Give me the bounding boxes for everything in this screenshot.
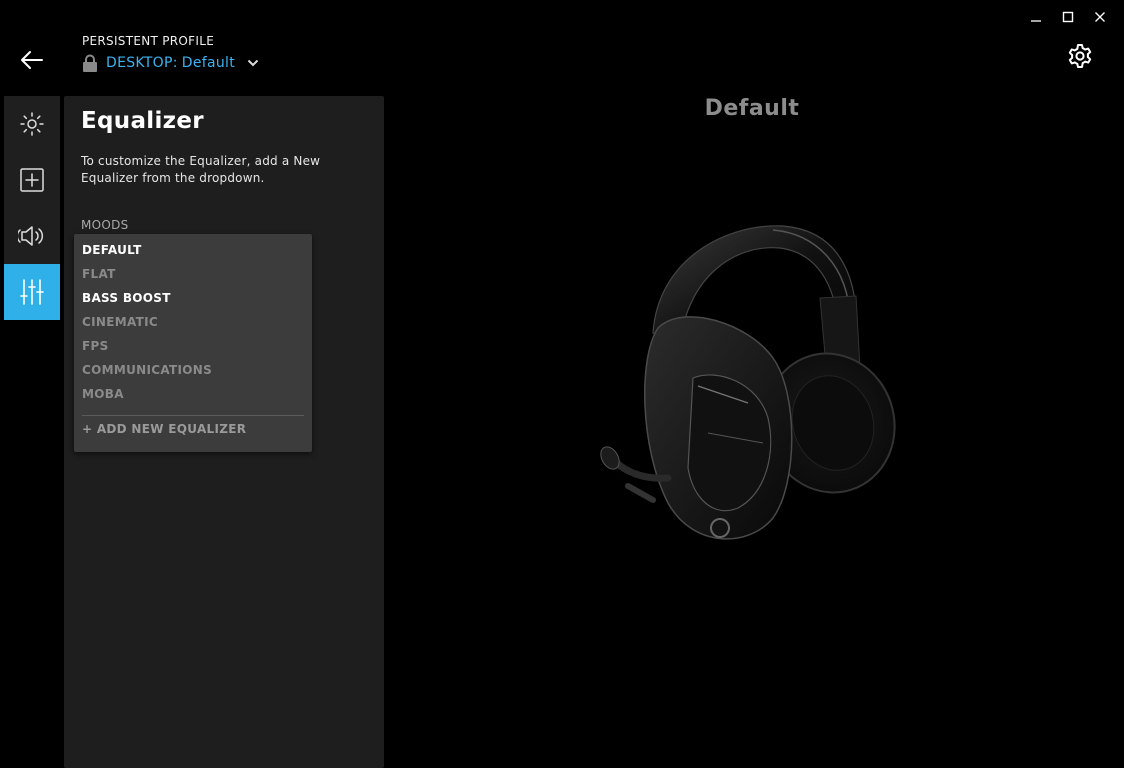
lock-icon <box>83 54 97 72</box>
panel-description: To customize the Equalizer, add a New Eq… <box>81 154 321 185</box>
dropdown-item[interactable]: DEFAULT <box>82 239 142 261</box>
equalizer-icon <box>20 279 44 305</box>
audio-icon <box>18 226 44 246</box>
profile-selector: PERSISTENT PROFILE DESKTOP: Default <box>82 34 259 72</box>
rail-item-assignments[interactable] <box>4 152 60 208</box>
profile-prefix: DESKTOP: <box>106 55 178 71</box>
feature-rail <box>4 96 60 320</box>
add-new-equalizer-button[interactable]: + ADD NEW EQUALIZER <box>82 418 246 440</box>
minimize-button[interactable] <box>1020 6 1052 28</box>
profile-label: PERSISTENT PROFILE <box>82 34 215 48</box>
lighting-icon <box>20 112 44 136</box>
close-button[interactable] <box>1084 6 1116 28</box>
headset-image[interactable] <box>598 218 904 552</box>
profile-name: DESKTOP: Default <box>106 55 235 71</box>
rail-item-equalizer[interactable] <box>4 264 60 320</box>
rail-item-lighting[interactable] <box>4 96 60 152</box>
dropdown-item[interactable]: MOBA <box>82 383 124 405</box>
minimize-icon <box>1031 20 1041 22</box>
assignments-icon <box>20 168 44 192</box>
settings-button[interactable] <box>1066 42 1094 70</box>
rail-item-audio[interactable] <box>4 208 60 264</box>
dropdown-item[interactable]: FLAT <box>82 263 116 285</box>
maximize-icon <box>1062 11 1074 23</box>
back-button[interactable] <box>18 47 46 73</box>
back-arrow-icon <box>21 51 43 69</box>
maximize-button[interactable] <box>1052 6 1084 28</box>
gear-icon <box>1068 44 1092 68</box>
dropdown-item[interactable]: CINEMATIC <box>82 311 158 333</box>
profile-value: Default <box>181 55 236 71</box>
dropdown-item[interactable]: FPS <box>82 335 109 357</box>
equalizer-dropdown[interactable]: DEFAULT FLAT BASS BOOST CINEMATIC FPS CO… <box>74 234 312 452</box>
panel-title: Equalizer <box>81 108 204 134</box>
chevron-down-icon <box>247 59 259 67</box>
dropdown-item[interactable]: BASS BOOST <box>82 287 171 309</box>
window-controls <box>1020 6 1116 28</box>
moods-label: MOODS <box>81 218 129 232</box>
device-title: Default <box>704 96 800 121</box>
close-icon <box>1095 12 1105 22</box>
dropdown-divider <box>82 415 304 416</box>
dropdown-item[interactable]: COMMUNICATIONS <box>82 359 212 381</box>
profile-dropdown[interactable]: DESKTOP: Default <box>82 54 259 72</box>
